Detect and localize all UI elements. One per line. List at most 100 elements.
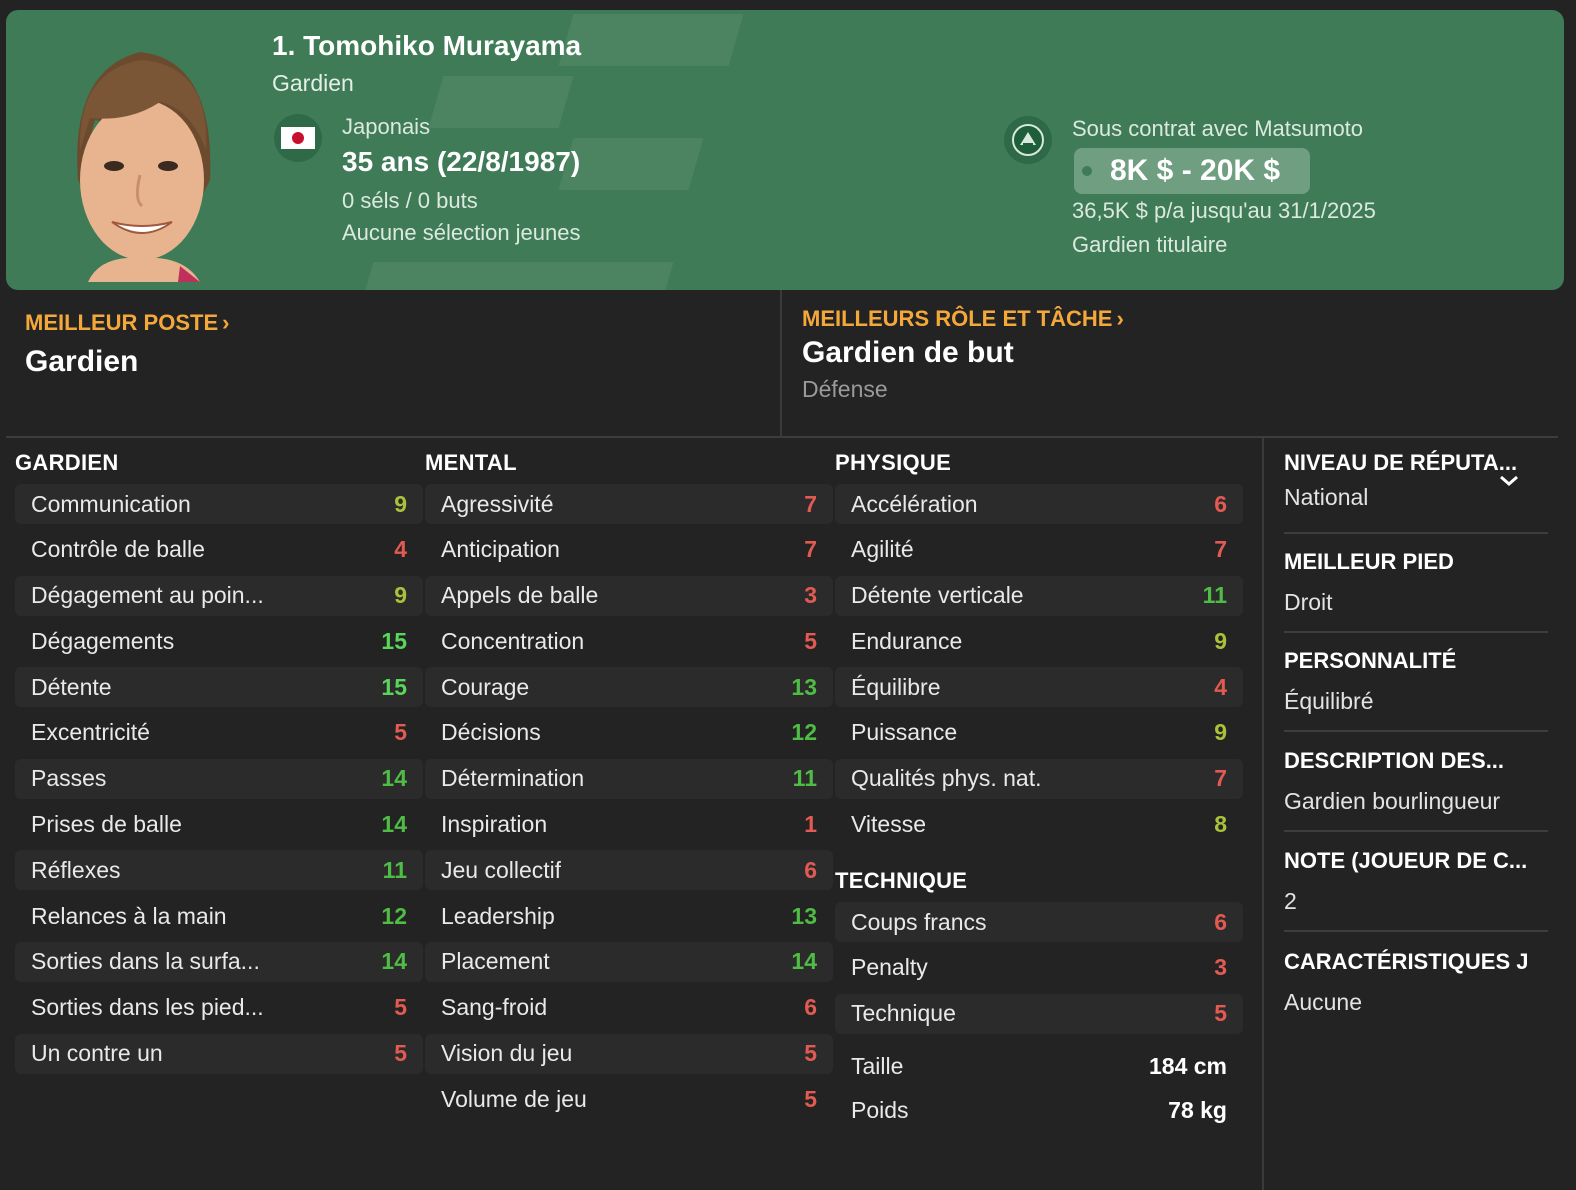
attribute-name: Anticipation [441,536,560,563]
japan-flag-icon [274,114,322,162]
international-caps: 0 séls / 0 buts [342,188,478,213]
attribute-name: Sorties dans la surfa... [31,948,260,975]
info-title: NIVEAU DE RÉPUTA... [1284,450,1518,475]
wage-range: 8K $ - 20K $ [1110,154,1281,187]
info-traits: CARACTÉRISTIQUES J Aucune [1284,949,1548,1016]
attribute-row[interactable]: Un contre un 5 [15,1033,423,1074]
contract-club[interactable]: Sous contrat avec Matsumoto [1072,116,1363,142]
attribute-row[interactable]: Concentration 5 [425,621,833,661]
header-decoration [558,14,744,66]
attribute-row[interactable]: Détente verticale 11 [835,575,1243,616]
attribute-name: Agressivité [441,490,554,517]
attribute-row[interactable]: Puissance 9 [835,713,1243,753]
attribute-row[interactable]: Sorties dans les pied... 5 [15,988,423,1028]
player-header: 1. Tomohiko Murayama Gardien Japonais 35… [6,10,1564,290]
attribute-name: Communication [31,490,191,517]
attribute-name: Dégagements [31,627,175,654]
attribute-value: 6 [1214,908,1227,935]
attribute-value: 5 [1214,1000,1227,1027]
attribute-row[interactable]: Accélération 6 [835,484,1243,524]
technical-list: Coups francs 6 Penalty 3 Technique 5 [835,902,1243,1039]
attribute-value: 5 [394,994,407,1021]
attribute-value: 12 [791,719,817,746]
section-divider [780,290,782,436]
player-portrait [77,52,211,282]
player-age: 35 ans (22/8/1987) [342,146,581,177]
attribute-row[interactable]: Excentricité 5 [15,713,423,753]
attribute-row[interactable]: Appels de balle 3 [425,575,833,616]
attribute-row[interactable]: Anticipation 7 [425,530,833,570]
attribute-name: Puissance [851,719,958,746]
attribute-row[interactable]: Sorties dans la surfa... 14 [15,941,423,982]
attribute-value: 14 [381,948,407,975]
attribute-row[interactable]: Vision du jeu 5 [425,1033,833,1074]
attribute-row[interactable]: Passes 14 [15,758,423,799]
attribute-row[interactable]: Dégagements 15 [15,621,423,661]
attribute-name: Réflexes [31,856,121,883]
attribute-name: Détente verticale [851,582,1024,609]
chevron-down-icon[interactable] [1498,474,1520,488]
attribute-row[interactable]: Décisions 12 [425,713,833,753]
attribute-name: Agilité [851,536,914,563]
attribute-row[interactable]: Relances à la main 12 [15,896,423,936]
physical-title: PHYSIQUE [835,450,952,475]
section-divider [6,436,1558,438]
attribute-row[interactable]: Placement 14 [425,941,833,982]
attribute-name: Sang-froid [441,994,548,1021]
attribute-row[interactable]: Détermination 11 [425,758,833,799]
attribute-row[interactable]: Volume de jeu 5 [425,1079,833,1119]
attribute-name: Appels de balle [441,582,599,609]
attribute-name: Coups francs [851,908,987,935]
attribute-value: 6 [804,856,817,883]
best-role-link[interactable]: MEILLEURS RÔLE ET TÂCHE › [802,306,1124,332]
attribute-row[interactable]: Endurance 9 [835,621,1243,661]
attribute-name: Prises de balle [31,811,182,838]
attribute-row[interactable]: Agressivité 7 [425,484,833,524]
attribute-value: 14 [381,811,407,838]
attribute-name: Détermination [441,765,585,792]
info-title: DESCRIPTION DES... [1284,748,1505,773]
attribute-row[interactable]: Vitesse 8 [835,805,1243,845]
chevron-right-icon: › [222,310,230,335]
attribute-row[interactable]: Agilité 7 [835,530,1243,570]
info-value: Droit [1284,589,1333,615]
attribute-row[interactable]: Technique 5 [835,993,1243,1034]
attribute-value: 6 [804,994,817,1021]
attribute-value: 1 [804,811,817,838]
attribute-name: Leadership [441,902,555,929]
attribute-row[interactable]: Prises de balle 14 [15,805,423,845]
attribute-value: 7 [1214,765,1227,792]
technical-title: TECHNIQUE [835,868,968,893]
attribute-row[interactable]: Détente 15 [15,667,423,708]
attribute-value: 5 [394,1040,407,1067]
attribute-value: 5 [804,627,817,654]
attribute-value: 14 [381,765,407,792]
mental-title: MENTAL [425,450,517,475]
attribute-row[interactable]: Qualités phys. nat. 7 [835,758,1243,799]
info-preferred-foot: MEILLEUR PIED Droit [1284,549,1548,616]
attribute-row[interactable]: Dégagement au poin... 9 [15,575,423,616]
attribute-row[interactable]: Leadership 13 [425,896,833,936]
wage-range-badge: 8K $ - 20K $ [1074,148,1310,194]
attribute-name: Volume de jeu [441,1085,587,1112]
attribute-name: Excentricité [31,719,150,746]
attribute-row[interactable]: Équilibre 4 [835,667,1243,708]
attribute-row[interactable]: Penalty 3 [835,948,1243,988]
attribute-row[interactable]: Inspiration 1 [425,805,833,845]
best-position-link[interactable]: MEILLEUR POSTE › [25,310,229,336]
attribute-row[interactable]: Réflexes 11 [15,850,423,891]
best-role-heading: MEILLEURS RÔLE ET TÂCHE [802,306,1113,331]
nationality[interactable]: Japonais [342,114,430,140]
matsumoto-badge-icon[interactable] [1004,116,1052,164]
measure-value: 78 kg [1168,1096,1227,1123]
attribute-row[interactable]: Courage 13 [425,667,833,708]
attribute-row[interactable]: Contrôle de balle 4 [15,530,423,570]
attribute-row[interactable]: Jeu collectif 6 [425,850,833,891]
attribute-row[interactable]: Sang-froid 6 [425,988,833,1028]
attribute-name: Endurance [851,627,963,654]
attribute-row[interactable]: Communication 9 [15,484,423,524]
attribute-row[interactable]: Coups francs 6 [835,902,1243,942]
attribute-value: 7 [804,490,817,517]
header-decoration [558,138,704,190]
player-position: Gardien [272,70,354,96]
